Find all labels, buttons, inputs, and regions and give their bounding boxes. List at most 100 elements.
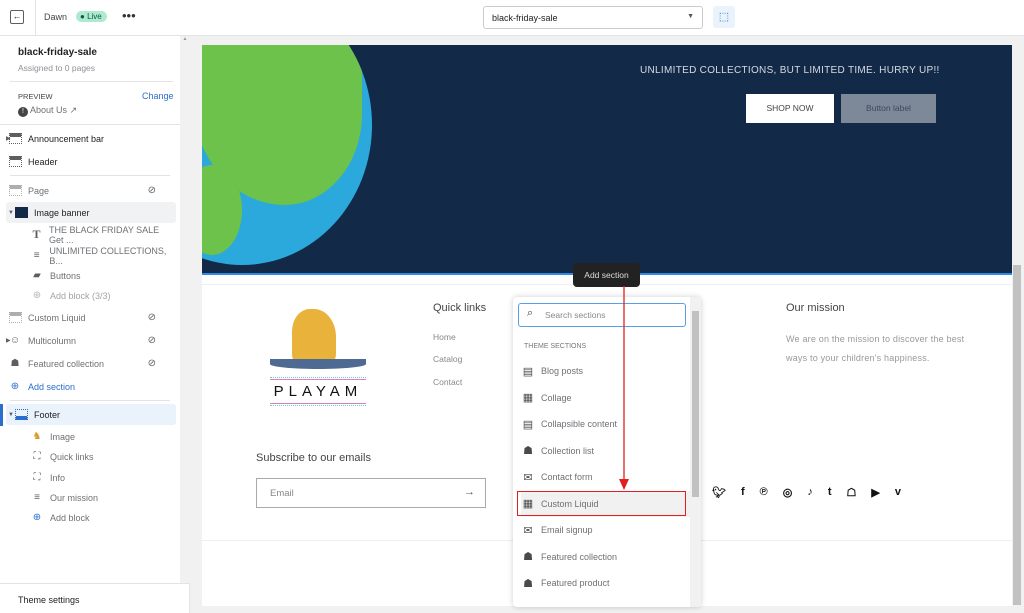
- block-info[interactable]: ⛶ Info: [30, 467, 176, 488]
- text-icon: T: [32, 227, 41, 241]
- section-icon: [8, 185, 22, 197]
- template-title: black-friday-sale: [18, 47, 97, 58]
- picker-item-contact-form[interactable]: ✉ Contact form: [521, 464, 691, 490]
- tumblr-icon[interactable]: t: [828, 486, 832, 499]
- mission-title: Our mission: [786, 302, 845, 314]
- image-banner[interactable]: UNLIMITED COLLECTIONS, BUT LIMITED TIME.…: [202, 45, 1012, 273]
- block-heading[interactable]: T THE BLACK FRIDAY SALE Get ...: [30, 224, 176, 245]
- inspector-button[interactable]: ⬚: [713, 6, 735, 28]
- add-block-disabled: ⊕ Add block (3/3): [30, 285, 176, 306]
- sidebar-scrollbar[interactable]: ▲: [180, 36, 190, 583]
- hidden-eye-icon: ⊘: [147, 312, 156, 323]
- facebook-icon[interactable]: f: [741, 486, 745, 499]
- tiktok-icon[interactable]: ♪: [807, 486, 813, 499]
- footer-link-home[interactable]: Home: [433, 332, 456, 342]
- plus-circle-icon: ⊕: [10, 381, 20, 392]
- button-label-button[interactable]: Button label: [841, 94, 936, 123]
- section-custom-liquid[interactable]: Custom Liquid ⊘: [8, 307, 176, 328]
- frame-icon: ⛶: [33, 472, 41, 483]
- blog-icon: ▤: [522, 365, 534, 378]
- twitter-icon[interactable]: 🐦︎: [712, 486, 726, 499]
- add-section-button[interactable]: ⊕ Add section: [8, 376, 176, 397]
- section-announcement-bar[interactable]: ▶ Announcement bar: [6, 128, 176, 149]
- picker-item-blog-posts[interactable]: ▤ Blog posts: [521, 358, 691, 384]
- button-icon: ▰: [33, 270, 41, 281]
- picker-item-featured-collection[interactable]: ☗ Featured collection: [521, 544, 691, 570]
- template-select[interactable]: black-friday-sale ▼: [483, 6, 703, 29]
- hidden-eye-icon: ⊘: [147, 358, 156, 369]
- preview-label: PREVIEW: [18, 92, 53, 101]
- frame-icon: ⛶: [33, 451, 41, 462]
- image-thumbnail-icon: [14, 207, 28, 219]
- block-quick-links[interactable]: ⛶ Quick links: [30, 446, 176, 467]
- subscribe-heading: Subscribe to our emails: [256, 452, 371, 464]
- picker-item-email-signup[interactable]: ✉ Email signup: [521, 517, 691, 543]
- tag-icon: ☗: [523, 577, 533, 590]
- paragraph-icon: ≡: [34, 492, 40, 503]
- custom-liquid-highlight: [517, 491, 686, 516]
- add-block-button[interactable]: ⊕ Add block: [30, 507, 176, 528]
- section-icon: [8, 312, 22, 324]
- text-icon: ▤: [522, 418, 534, 431]
- playam-logo: PLAYAM: [270, 307, 366, 417]
- vimeo-icon[interactable]: v: [895, 486, 901, 499]
- preview-scrollbar[interactable]: [1012, 45, 1022, 606]
- section-featured-collection[interactable]: ☗ Featured collection ⊘: [8, 353, 176, 374]
- social-icons: 🐦︎ f ℗ ◎ ♪ t ☖ ▶ v: [712, 486, 901, 499]
- shop-now-button[interactable]: SHOP NOW: [746, 94, 834, 123]
- caret-down-icon: ▼: [687, 13, 694, 20]
- picker-item-featured-product[interactable]: ☗ Featured product: [521, 570, 691, 596]
- banner-subtitle: UNLIMITED COLLECTIONS, BUT LIMITED TIME.…: [640, 65, 940, 76]
- info-icon: !: [18, 107, 28, 117]
- annotation-arrow: [619, 286, 629, 490]
- instagram-icon[interactable]: ◎: [783, 486, 793, 499]
- section-icon: ▦: [522, 392, 534, 404]
- footer-link-contact[interactable]: Contact: [433, 377, 462, 387]
- more-icon[interactable]: •••: [122, 8, 136, 23]
- search-sections-input[interactable]: ⌕ Search sections: [518, 303, 686, 327]
- section-multicolumn[interactable]: ▶ ☺ Multicolumn ⊘: [6, 330, 176, 351]
- picker-item-collection-list[interactable]: ☗ Collection list: [521, 438, 691, 464]
- section-image-banner[interactable]: ▼ Image banner: [6, 202, 176, 223]
- external-link-icon: ↗: [69, 105, 78, 115]
- tag-icon: ☗: [523, 551, 533, 563]
- section-picker: ⌕ Search sections THEME SECTIONS ▤ Blog po…: [513, 297, 701, 607]
- theme-settings-button[interactable]: Theme settings: [18, 595, 80, 605]
- tag-icon: ☗: [10, 358, 20, 369]
- section-footer[interactable]: ▼ Footer: [6, 404, 176, 425]
- snapchat-icon[interactable]: ☖: [847, 486, 857, 499]
- tag-icon: ☗: [523, 445, 533, 457]
- footer-icon: [14, 409, 28, 421]
- footer-link-catalog[interactable]: Catalog: [433, 354, 462, 364]
- picker-item-collage[interactable]: ▦ Collage: [521, 385, 691, 411]
- block-text[interactable]: ≡ UNLIMITED COLLECTIONS, B...: [30, 245, 176, 266]
- sidebar: black-friday-sale Assigned to 0 pages PR…: [0, 36, 190, 613]
- hidden-eye-icon: ⊘: [147, 185, 156, 196]
- section-page[interactable]: Page ⊘: [8, 180, 176, 201]
- quick-links-title: Quick links: [433, 302, 487, 314]
- picker-scrollbar[interactable]: [690, 297, 701, 607]
- top-bar: ← Dawn ● Live ••• black-friday-sale ▼ ⬚: [0, 0, 1024, 36]
- mail-icon: ✉: [523, 524, 533, 537]
- plus-circle-icon: ⊕: [32, 290, 42, 301]
- section-header[interactable]: Header: [8, 151, 176, 172]
- paragraph-icon: ≡: [33, 250, 40, 261]
- image-icon: ♞: [32, 431, 42, 442]
- pinterest-icon[interactable]: ℗: [760, 486, 768, 499]
- mail-icon: ✉: [523, 471, 533, 484]
- exit-icon[interactable]: ←: [10, 10, 24, 24]
- block-our-mission[interactable]: ≡ Our mission: [30, 487, 176, 508]
- email-input[interactable]: Email →: [256, 478, 486, 508]
- globe-image: [202, 45, 372, 265]
- plus-circle-icon: ⊕: [32, 512, 42, 523]
- preview-page[interactable]: ! About Us ↗: [18, 105, 77, 117]
- live-badge: ● Live: [76, 11, 107, 22]
- block-image[interactable]: ♞ Image: [30, 426, 176, 447]
- change-link[interactable]: Change: [142, 91, 174, 101]
- block-buttons[interactable]: ▰ Buttons: [30, 265, 176, 286]
- arrow-right-icon: →: [464, 486, 475, 498]
- assigned-text: Assigned to 0 pages: [18, 63, 96, 73]
- search-icon: ⌕: [527, 307, 534, 319]
- youtube-icon[interactable]: ▶: [871, 486, 879, 499]
- picker-item-collapsible-content[interactable]: ▤ Collapsible content: [521, 411, 691, 437]
